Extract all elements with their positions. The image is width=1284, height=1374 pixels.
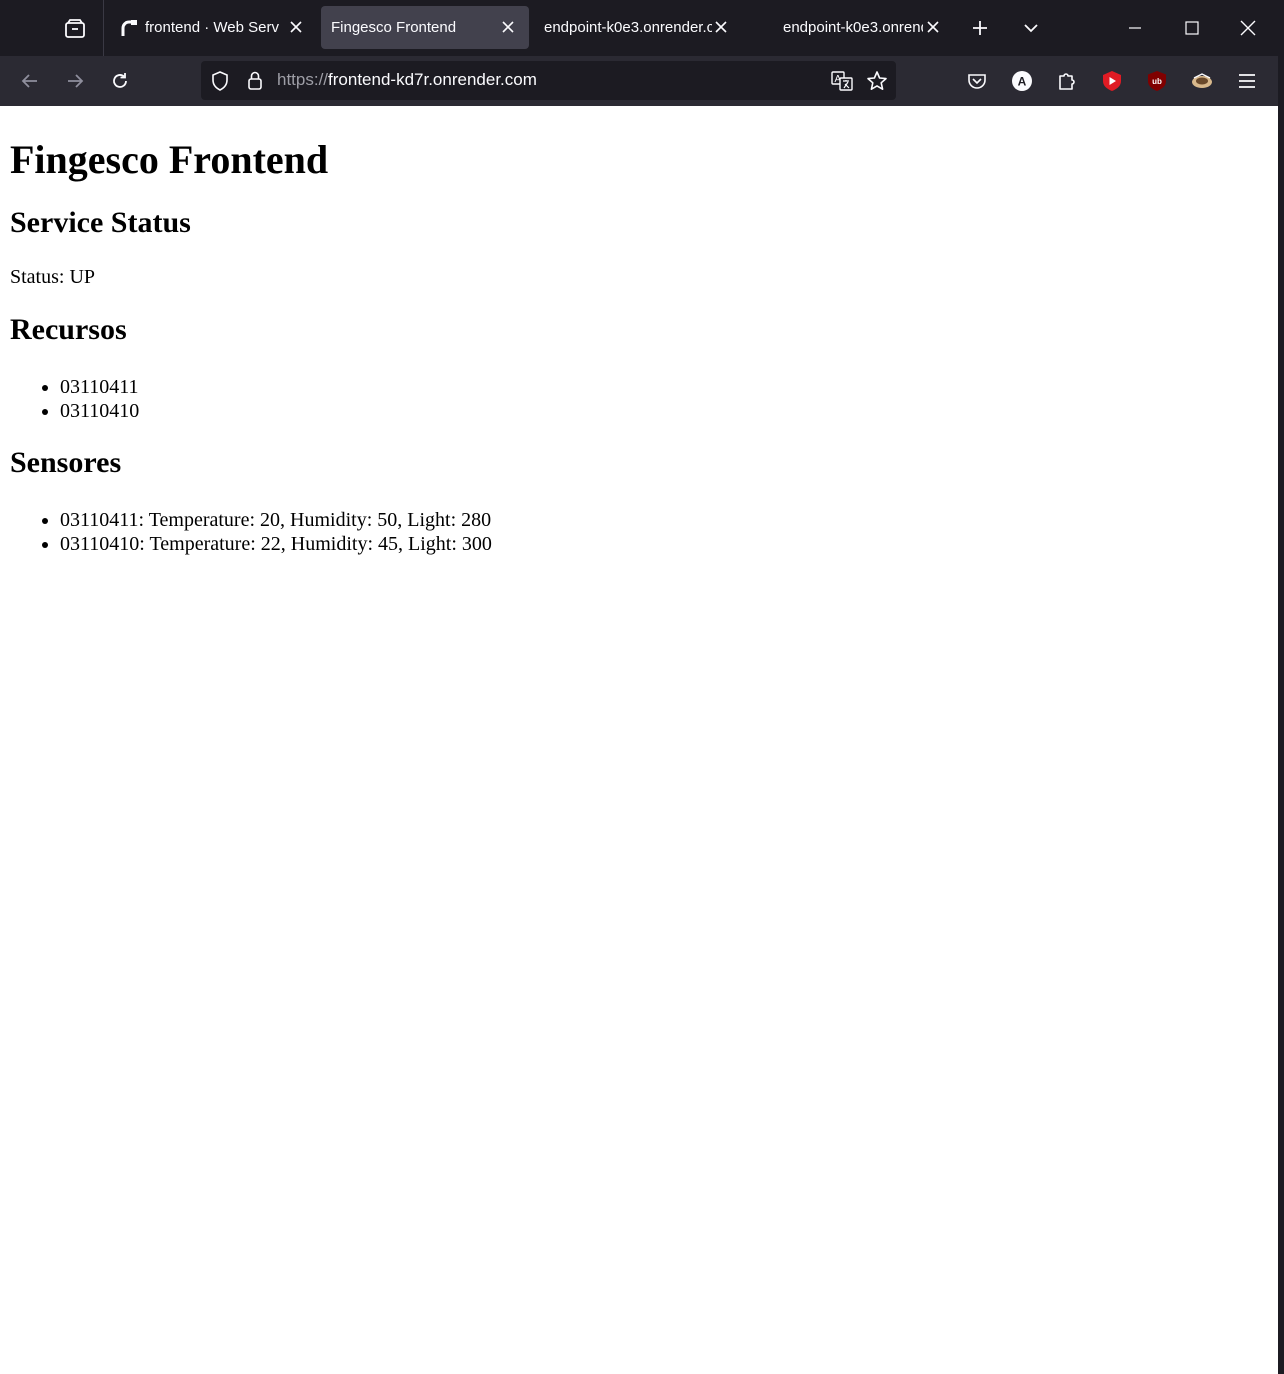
translate-icon[interactable]: A <box>829 68 855 94</box>
account-icon[interactable]: A <box>1008 67 1036 95</box>
tab-bar: frontend · Web Serv Fingesco Frontend en… <box>0 0 1278 56</box>
close-tab-icon[interactable] <box>500 19 516 35</box>
recursos-list: 03110411 03110410 <box>20 375 139 423</box>
list-item: 03110410 <box>60 399 139 423</box>
star-icon[interactable] <box>864 68 890 94</box>
sensores-list: 03110411: Temperature: 20, Humidity: 50,… <box>20 508 492 556</box>
list-item: 03110411: Temperature: 20, Humidity: 50,… <box>60 508 492 532</box>
ublock-icon[interactable]: ub <box>1143 67 1171 95</box>
back-arrow-icon[interactable] <box>16 67 44 95</box>
firefox-view-icon[interactable] <box>56 10 94 48</box>
chevron-down-icon[interactable] <box>1017 14 1045 42</box>
url-protocol: https:// <box>277 70 329 89</box>
tab-title: Fingesco Frontend <box>331 19 457 36</box>
status-text: Status: UP <box>10 266 96 288</box>
puzzle-icon[interactable] <box>1053 67 1081 95</box>
page-title: Fingesco Frontend <box>10 137 329 182</box>
tab-endpoint-1[interactable]: endpoint-k0e3.onrender.c <box>533 6 738 49</box>
hamburger-menu-icon[interactable] <box>1233 67 1261 95</box>
plus-icon[interactable] <box>966 14 994 42</box>
tab-title: endpoint-k0e3.onrender.c <box>544 19 712 36</box>
close-icon[interactable] <box>1233 14 1263 42</box>
youtube-extension-icon[interactable] <box>1098 67 1126 95</box>
tab-title: endpoint-k0e3.onrend <box>783 19 923 36</box>
url-host: frontend-kd7r.onrender.com <box>328 70 537 89</box>
account-icon-letter: A <box>1018 75 1027 89</box>
shield-icon[interactable] <box>208 68 232 94</box>
minimize-icon[interactable] <box>1120 14 1150 42</box>
close-tab-icon[interactable] <box>925 19 941 35</box>
list-item: 03110410: Temperature: 22, Humidity: 45,… <box>60 532 492 556</box>
forward-arrow-icon[interactable] <box>61 67 89 95</box>
tab-frontend[interactable]: frontend · Web Serv <box>112 6 317 49</box>
maximize-icon[interactable] <box>1177 14 1207 42</box>
pocket-icon[interactable] <box>963 67 991 95</box>
browser-window: frontend · Web Serv Fingesco Frontend en… <box>0 0 1278 1374</box>
tab-endpoint-2[interactable]: endpoint-k0e3.onrend <box>772 6 952 49</box>
render-favicon-icon <box>120 19 138 37</box>
tab-title: frontend · Web Serv <box>145 19 279 36</box>
close-tab-icon[interactable] <box>288 19 304 35</box>
extension-icon[interactable] <box>1188 67 1216 95</box>
service-status-heading: Service Status <box>10 206 191 239</box>
tab-fingesco-frontend[interactable]: Fingesco Frontend <box>321 6 529 49</box>
reload-icon[interactable] <box>106 67 134 95</box>
ublock-icon-label: ub <box>1152 77 1162 86</box>
url-text[interactable]: https://frontend-kd7r.onrender.com <box>277 70 537 92</box>
close-tab-icon[interactable] <box>713 19 729 35</box>
recursos-heading: Recursos <box>10 313 127 346</box>
sensores-heading: Sensores <box>10 446 122 479</box>
list-item: 03110411 <box>60 375 139 399</box>
page-content: Fingesco Frontend Service Status Status:… <box>0 106 1278 1374</box>
lock-icon[interactable] <box>243 68 267 94</box>
tab-separator <box>103 0 104 56</box>
